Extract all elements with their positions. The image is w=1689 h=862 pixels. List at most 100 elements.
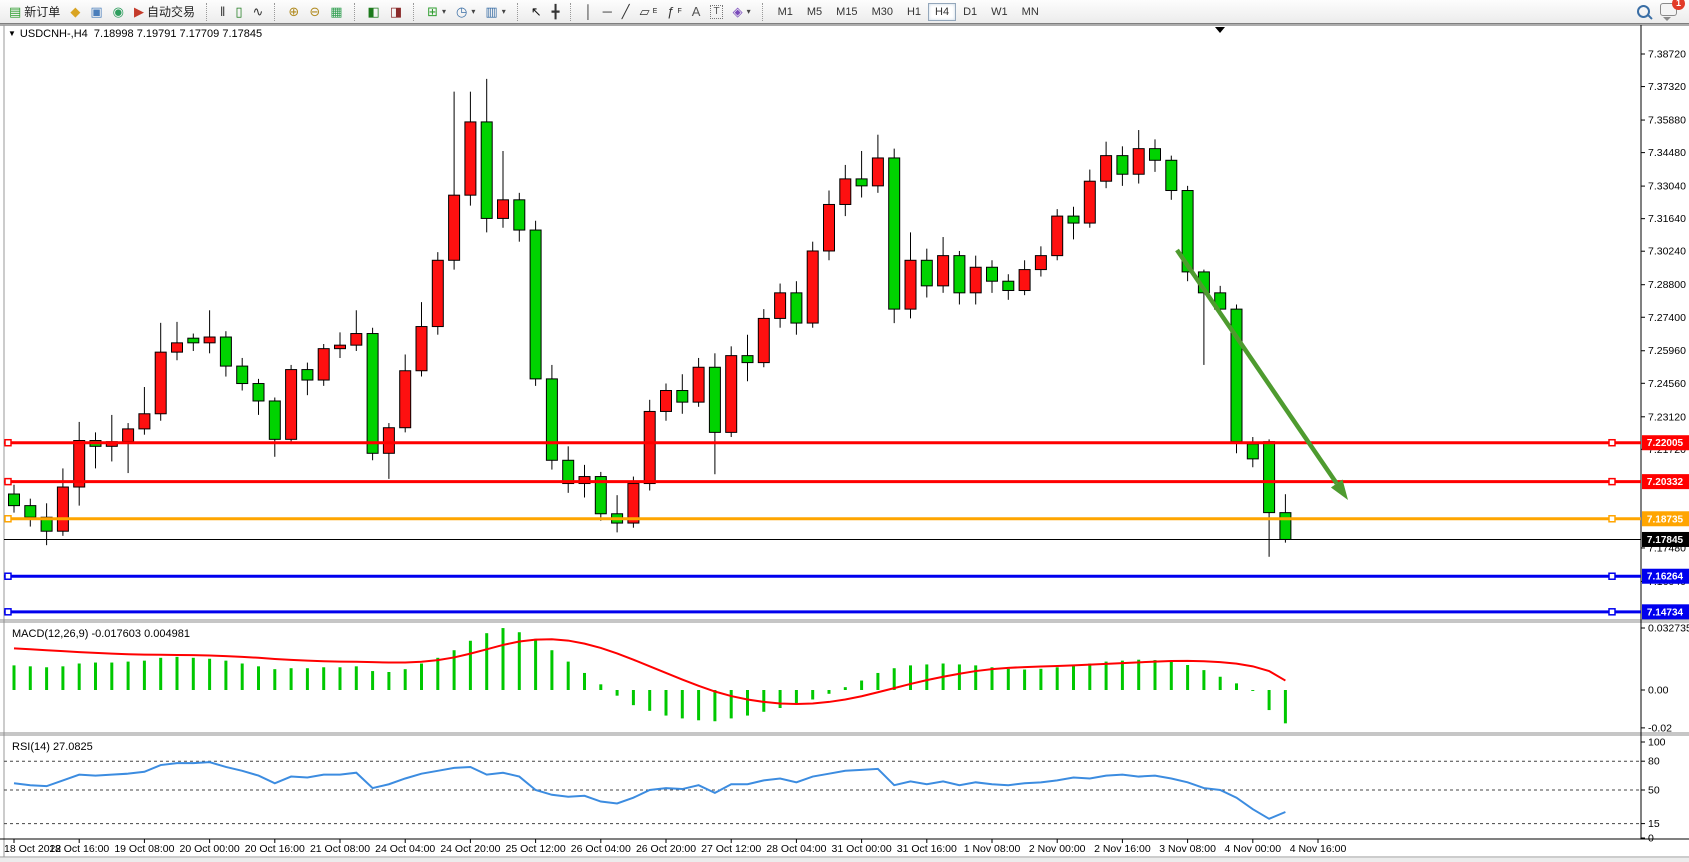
shapes-button[interactable]: ◈▾ <box>729 2 755 21</box>
tile-windows-button[interactable]: ▦ <box>326 2 346 21</box>
rsi-tick-label: 15 <box>1648 818 1660 830</box>
candle-body <box>824 204 835 251</box>
timeframe-button-m30[interactable]: M30 <box>865 3 900 21</box>
autotrading-button[interactable]: ▶自动交易 <box>130 1 199 22</box>
time-label: 20 Oct 00:00 <box>180 843 240 855</box>
chevron-down-icon[interactable]: ▾ <box>442 7 446 16</box>
candle-body <box>383 428 394 454</box>
profiles-button[interactable]: ◷▾ <box>452 2 479 21</box>
candle-body <box>188 338 199 343</box>
cursor-button[interactable]: ↖ <box>527 2 546 21</box>
trendline-button[interactable]: ╱ <box>618 2 634 21</box>
candle-body <box>1068 216 1079 223</box>
chevron-down-icon[interactable]: ▾ <box>502 7 506 16</box>
indicators-button[interactable]: ▥▾ <box>481 2 509 21</box>
arrange-vertical-button[interactable]: ◧ <box>364 2 384 21</box>
line-chart-button[interactable]: ∿ <box>249 2 268 21</box>
candle-body <box>889 158 900 309</box>
timeframe-button-m15[interactable]: M15 <box>829 3 864 21</box>
price-tick-label: 7.30240 <box>1648 246 1686 258</box>
timeframe-button-w1[interactable]: W1 <box>984 3 1015 21</box>
zoom-out-icon: ⊖ <box>309 4 320 19</box>
support-line-blue-1-handle <box>5 573 11 579</box>
search-icon[interactable] <box>1637 5 1650 18</box>
arrange-vertical-icon: ◧ <box>368 4 380 19</box>
bar-chart-button[interactable]: ‖ <box>216 2 229 21</box>
toolbar-right-group: 1 <box>1637 3 1685 21</box>
chevron-down-icon[interactable]: ▾ <box>471 7 475 16</box>
candlestick-icon: ▯ <box>235 4 242 19</box>
window-bottom-strip <box>0 858 1689 862</box>
news-icon: ◉ <box>113 4 124 19</box>
timeframe-button-m5[interactable]: M5 <box>800 3 829 21</box>
support-line-blue-2-handle <box>1609 609 1615 615</box>
time-label: 1 Nov 08:00 <box>964 843 1021 855</box>
candle-body <box>498 200 509 219</box>
toolbar-separator <box>274 3 279 21</box>
candle-body <box>74 441 85 488</box>
arrange-horizontal-button[interactable]: ◨ <box>386 2 406 21</box>
clock-icon: ◷ <box>456 4 467 19</box>
candle-body <box>514 200 525 230</box>
crosshair-icon: ╋ <box>552 4 560 19</box>
price-tick-label: 7.38720 <box>1648 49 1686 61</box>
fibonacci-icon-sub: F <box>678 8 682 15</box>
zoom-in-icon: ⊕ <box>288 4 299 19</box>
notifications-button[interactable]: 1 <box>1660 3 1677 21</box>
rsi-tick-label: 100 <box>1648 737 1666 749</box>
time-label: 31 Oct 16:00 <box>897 843 957 855</box>
support-line-blue-2-price-text: 7.14734 <box>1647 607 1684 618</box>
text-button[interactable]: A <box>688 2 705 21</box>
timeframe-button-mn[interactable]: MN <box>1015 3 1046 21</box>
candle-body <box>742 356 753 363</box>
news-button[interactable]: ◉ <box>109 2 128 21</box>
time-label: 24 Oct 04:00 <box>375 843 435 855</box>
vertical-line-button[interactable]: │ <box>580 2 596 21</box>
candle-body <box>139 414 150 429</box>
fibonacci-button[interactable]: ƒF <box>663 2 686 21</box>
new-chart-icon: ⊞ <box>427 4 438 19</box>
trendline-icon: ╱ <box>622 4 630 19</box>
crosshair-button[interactable]: ╋ <box>548 2 564 21</box>
price-chart[interactable]: 7.387207.373207.358807.344807.330407.316… <box>0 0 1689 862</box>
chart-header: ▼USDCNH-,H4 7.18998 7.19791 7.17709 7.17… <box>8 28 262 40</box>
metaeditor-button[interactable]: ◆ <box>66 2 84 21</box>
horizontal-line-button[interactable]: ─ <box>599 2 616 21</box>
timeframe-button-m1[interactable]: M1 <box>771 3 800 21</box>
timeframe-button-h1[interactable]: H1 <box>900 3 928 21</box>
time-label: 27 Oct 12:00 <box>701 843 761 855</box>
new-chart-button[interactable]: ⊞▾ <box>423 2 450 21</box>
candle-body <box>807 251 818 323</box>
candle-body <box>1133 149 1144 175</box>
rsi-label: RSI(14) 27.0825 <box>12 741 93 753</box>
bar-chart-icon: ‖ <box>220 4 225 19</box>
timeframe-button-d1[interactable]: D1 <box>956 3 984 21</box>
time-label: 3 Nov 08:00 <box>1159 843 1216 855</box>
chart-ohlc-values: 7.18998 7.19791 7.17709 7.17845 <box>94 28 262 40</box>
candle-body <box>123 429 134 442</box>
toolbar-separator <box>413 3 418 21</box>
candle-body <box>367 334 378 454</box>
macd-tick-label: -0.02 <box>1648 722 1672 734</box>
current-price-line-price-text: 7.17845 <box>1647 535 1684 546</box>
indicator-icon: ▥ <box>485 4 497 19</box>
candle-body <box>661 391 672 412</box>
chart-dropdown-icon[interactable]: ▼ <box>8 29 16 38</box>
new-order-button[interactable]: ▤新订单 <box>5 1 64 22</box>
candle-body <box>204 337 215 343</box>
candle-body <box>269 401 280 439</box>
rsi-tick-label: 80 <box>1648 756 1660 768</box>
new-order-icon: ▤ <box>9 4 21 19</box>
candle-body <box>237 366 248 383</box>
candle-body <box>954 256 965 293</box>
candle-body <box>220 337 231 366</box>
chevron-down-icon[interactable]: ▾ <box>747 7 751 16</box>
channel-button[interactable]: ▱E <box>636 2 662 21</box>
candle-body <box>530 230 541 379</box>
zoom-out-button[interactable]: ⊖ <box>305 2 324 21</box>
strategy-tester-button[interactable]: ▣ <box>86 2 106 21</box>
candlestick-chart-button[interactable]: ▯ <box>231 2 246 21</box>
text-label-button[interactable]: T <box>706 3 726 21</box>
timeframe-button-h4[interactable]: H4 <box>928 3 956 21</box>
zoom-in-button[interactable]: ⊕ <box>284 2 303 21</box>
